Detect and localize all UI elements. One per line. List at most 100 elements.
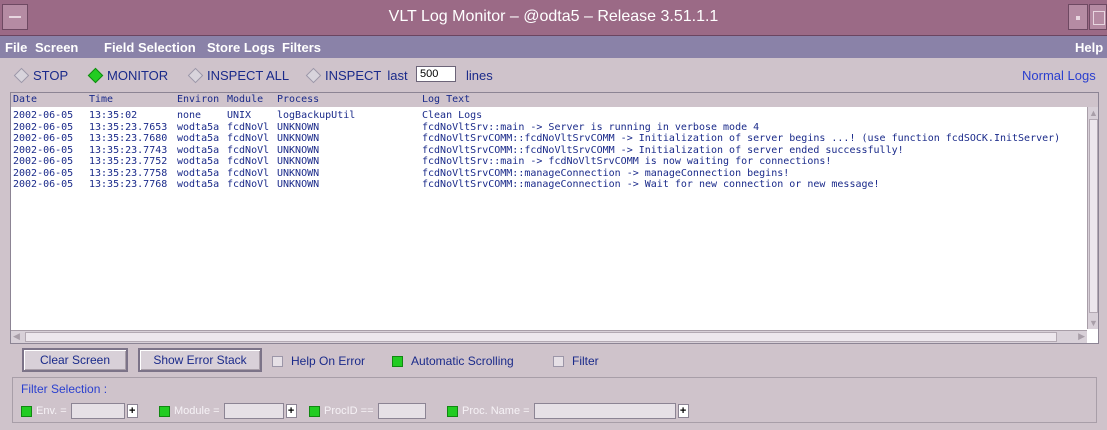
automatic-scrolling-checkbox[interactable]: Automatic Scrolling bbox=[392, 354, 514, 368]
log-row[interactable]: 2002-06-05 13:35:23.7680 wodta5a fcdNoVl… bbox=[11, 133, 1093, 145]
module-label: Module = bbox=[174, 405, 220, 417]
menu-filters[interactable]: Filters bbox=[282, 40, 321, 55]
log-time: 13:35:02 bbox=[89, 110, 138, 121]
log-environ: wodta5a bbox=[177, 144, 220, 156]
log-row[interactable]: 2002-06-05 13:35:23.7768 wodta5a fcdNoVl… bbox=[11, 179, 1093, 191]
normal-logs-link[interactable]: Normal Logs bbox=[1022, 68, 1096, 83]
procid-checkbox[interactable] bbox=[309, 405, 320, 417]
log-date: 2002-06-05 bbox=[13, 156, 74, 167]
log-date: 2002-06-05 bbox=[13, 133, 74, 144]
log-process: UNKNOWN bbox=[277, 144, 320, 156]
log-time: 13:35:23.7743 bbox=[89, 144, 168, 156]
log-row[interactable]: 2002-06-05 13:35:23.7743 wodta5a fcdNoVl… bbox=[11, 145, 1093, 157]
filter-selection-label: Filter Selection : bbox=[21, 382, 108, 396]
log-process: UNKNOWN bbox=[277, 179, 320, 190]
procname-add-button[interactable]: + bbox=[677, 404, 689, 418]
log-process: logBackupUtil bbox=[277, 110, 356, 121]
log-text: fcdNoVltSrv::main -> fcdNoVltSrvCOMM is … bbox=[422, 156, 832, 167]
filter-selection-panel: Filter Selection : Env. = + Module = + P… bbox=[12, 377, 1097, 423]
log-row[interactable]: 2002-06-05 13:35:23.7752 wodta5a fcdNoVl… bbox=[11, 156, 1093, 168]
horizontal-scrollbar[interactable]: ◀ ▶ bbox=[11, 330, 1087, 343]
lines-label: lines bbox=[466, 68, 493, 83]
filter-label: Filter bbox=[572, 354, 599, 368]
log-text: fcdNoVltSrvCOMM::fcdNoVltSrvCOMM -> Init… bbox=[422, 144, 904, 156]
checkbox-icon bbox=[272, 355, 283, 367]
module-field[interactable] bbox=[223, 403, 284, 419]
log-text: fcdNoVltSrvCOMM::fcdNoVltSrvCOMM -> Init… bbox=[422, 133, 1061, 144]
log-process: UNKNOWN bbox=[277, 156, 320, 167]
procname-label: Proc. Name = bbox=[462, 405, 530, 417]
last-lines-input[interactable]: 500 bbox=[416, 66, 456, 82]
menu-store-logs[interactable]: Store Logs bbox=[207, 40, 275, 55]
log-date: 2002-06-05 bbox=[13, 144, 74, 156]
procid-label: ProcID == bbox=[324, 405, 374, 417]
module-checkbox[interactable] bbox=[159, 405, 170, 417]
procname-field[interactable] bbox=[533, 403, 676, 419]
col-module[interactable]: Module bbox=[227, 94, 263, 105]
log-row[interactable]: 2002-06-05 13:35:02 none UNIX logBackupU… bbox=[11, 110, 1093, 122]
radio-monitor[interactable]: MONITOR bbox=[87, 67, 169, 84]
menu-help[interactable]: Help bbox=[1075, 40, 1103, 55]
menu-file[interactable]: File bbox=[5, 40, 27, 55]
automatic-scrolling-label: Automatic Scrolling bbox=[411, 354, 514, 368]
mode-bar: STOP MONITOR INSPECT ALL INSPECT last 50… bbox=[0, 58, 1107, 92]
log-module: fcdNoVl bbox=[227, 121, 270, 133]
scroll-left-arrow-icon[interactable]: ◀ bbox=[13, 331, 20, 341]
menu-field-selection[interactable]: Field Selection bbox=[104, 40, 196, 55]
log-module: fcdNoVl bbox=[227, 179, 270, 190]
log-time: 13:35:23.7768 bbox=[89, 179, 168, 190]
log-environ: wodta5a bbox=[177, 121, 220, 133]
radio-stop[interactable]: STOP bbox=[13, 67, 68, 84]
help-on-error-label: Help On Error bbox=[291, 354, 366, 368]
col-environ[interactable]: Environ bbox=[177, 94, 219, 105]
env-field[interactable] bbox=[70, 403, 125, 419]
log-environ: wodta5a bbox=[177, 179, 220, 190]
procid-filter: ProcID == bbox=[309, 402, 426, 420]
module-add-button[interactable]: + bbox=[285, 404, 297, 418]
col-log-text[interactable]: Log Text bbox=[422, 94, 470, 105]
log-module: fcdNoVl bbox=[227, 144, 270, 156]
log-row[interactable]: 2002-06-05 13:35:23.7653 wodta5a fcdNoVl… bbox=[11, 122, 1093, 134]
module-filter: Module = + bbox=[159, 402, 297, 420]
log-process: UNKNOWN bbox=[277, 121, 320, 133]
menu-screen[interactable]: Screen bbox=[35, 40, 78, 55]
checkbox-checked-icon bbox=[392, 355, 403, 367]
filter-row: Env. = + Module = + ProcID == Proc. Name… bbox=[21, 402, 1091, 420]
col-process[interactable]: Process bbox=[277, 94, 319, 105]
clear-screen-button[interactable]: Clear Screen bbox=[22, 348, 128, 372]
radio-monitor-label: MONITOR bbox=[107, 68, 169, 83]
vertical-scroll-thumb[interactable] bbox=[1089, 119, 1098, 313]
scroll-right-arrow-icon[interactable]: ▶ bbox=[1078, 331, 1085, 341]
window-title: VLT Log Monitor – @odta5 – Release 3.51.… bbox=[388, 8, 719, 25]
log-table: Date Time Environ Module Process Log Tex… bbox=[10, 92, 1099, 344]
radio-diamond-icon bbox=[13, 67, 30, 84]
log-environ: wodta5a bbox=[177, 156, 220, 167]
vertical-scrollbar[interactable]: ▲ ▼ bbox=[1087, 107, 1098, 329]
log-module: fcdNoVl bbox=[227, 167, 270, 179]
col-time[interactable]: Time bbox=[89, 94, 113, 105]
log-date: 2002-06-05 bbox=[13, 167, 74, 179]
filter-checkbox[interactable]: Filter bbox=[553, 354, 599, 368]
env-checkbox[interactable] bbox=[21, 405, 32, 417]
log-text: Clean Logs bbox=[422, 110, 483, 121]
env-add-button[interactable]: + bbox=[126, 404, 138, 418]
minimize-icon bbox=[1076, 16, 1080, 20]
log-module: fcdNoVl bbox=[227, 133, 270, 144]
procname-checkbox[interactable] bbox=[447, 405, 458, 417]
col-date[interactable]: Date bbox=[13, 94, 37, 105]
radio-diamond-icon bbox=[187, 67, 204, 84]
radio-inspect-all[interactable]: INSPECT ALL bbox=[187, 67, 289, 84]
log-date: 2002-06-05 bbox=[13, 121, 74, 133]
scroll-up-arrow-icon[interactable]: ▲ bbox=[1089, 108, 1098, 118]
minimize-button[interactable] bbox=[1068, 4, 1088, 30]
scroll-down-arrow-icon[interactable]: ▼ bbox=[1089, 318, 1098, 328]
help-on-error-checkbox[interactable]: Help On Error bbox=[272, 354, 365, 368]
horizontal-scroll-thumb[interactable] bbox=[25, 332, 1057, 342]
log-environ: wodta5a bbox=[177, 167, 220, 179]
procid-field[interactable] bbox=[377, 403, 426, 419]
radio-inspect[interactable]: INSPECT last bbox=[305, 67, 408, 84]
env-filter: Env. = + bbox=[21, 402, 138, 420]
maximize-button[interactable] bbox=[1089, 4, 1107, 30]
show-error-stack-button[interactable]: Show Error Stack bbox=[138, 348, 262, 372]
log-row[interactable]: 2002-06-05 13:35:23.7758 wodta5a fcdNoVl… bbox=[11, 168, 1093, 180]
